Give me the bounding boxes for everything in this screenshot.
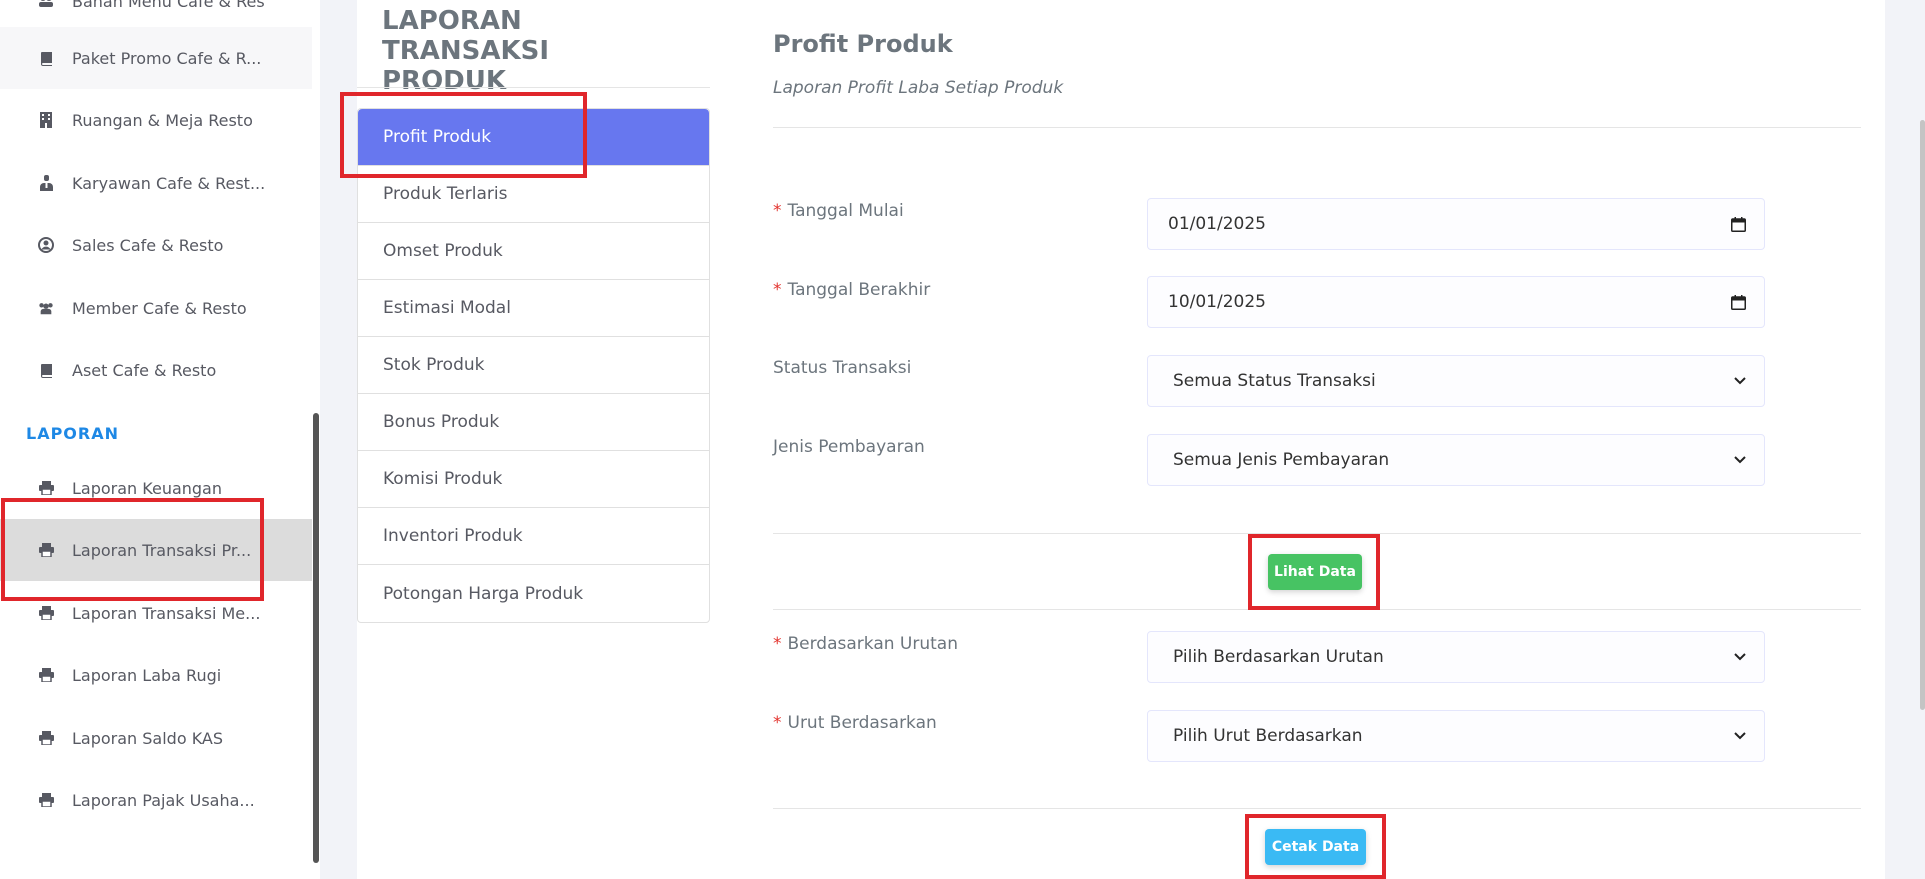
report-menu: Profit Produk Produk Terlaris Omset Prod…: [357, 108, 710, 623]
sidebar-item-karyawan[interactable]: Karyawan Cafe & Rest...: [0, 152, 312, 214]
sort-by-select[interactable]: Pilih Urut Berdasarkan: [1147, 710, 1765, 762]
print-icon: [38, 667, 54, 683]
sidebar-item-label: Laporan Saldo KAS: [72, 728, 224, 748]
sidebar-scrollbar[interactable]: [313, 413, 319, 863]
end-date-value: 10/01/2025: [1168, 292, 1266, 312]
chevron-down-icon: [1734, 456, 1746, 464]
status-select[interactable]: Semua Status Transaksi: [1147, 355, 1765, 407]
end-date-input[interactable]: 10/01/2025: [1147, 276, 1765, 328]
sidebar-item-label: Sales Cafe & Resto: [72, 235, 224, 255]
sidebar-item-label: Laporan Laba Rugi: [72, 665, 222, 685]
order-by-value: Pilih Berdasarkan Urutan: [1173, 647, 1384, 667]
print-icon: [38, 792, 54, 808]
view-data-button[interactable]: Lihat Data: [1268, 554, 1362, 590]
form-subtitle: Laporan Profit Laba Setiap Produk: [773, 78, 1064, 98]
user-tie-icon: [38, 175, 54, 191]
sidebar-item-label: Ruangan & Meja Resto: [72, 110, 253, 130]
sidebar-item-label: Member Cafe & Resto: [72, 298, 247, 318]
sidebar-item-label: Aset Cafe & Resto: [72, 360, 217, 380]
chevron-down-icon: [1734, 377, 1746, 385]
chevron-down-icon: [1734, 732, 1746, 740]
print-data-button[interactable]: Cetak Data: [1265, 829, 1366, 865]
sidebar-item-laporan-laba-rugi[interactable]: Laporan Laba Rugi: [0, 644, 312, 706]
menu-item-inventori-produk[interactable]: Inventori Produk: [358, 508, 709, 565]
sidebar-item-member[interactable]: Member Cafe & Resto: [0, 277, 312, 339]
sidebar-item-label: Laporan Transaksi Pr...: [72, 540, 252, 560]
sidebar-item-sales[interactable]: Sales Cafe & Resto: [0, 214, 312, 276]
menu-item-profit-produk[interactable]: Profit Produk: [358, 109, 709, 166]
chevron-down-icon: [1734, 653, 1746, 661]
user-circle-icon: [38, 237, 54, 253]
menu-item-omset-produk[interactable]: Omset Produk: [358, 223, 709, 280]
start-date-value: 01/01/2025: [1168, 214, 1266, 234]
print-icon: [38, 542, 54, 558]
sidebar-item-laporan-keuangan[interactable]: Laporan Keuangan: [0, 457, 312, 519]
order-by-label: * Berdasarkan Urutan: [773, 634, 958, 654]
menu-item-stok-produk[interactable]: Stok Produk: [358, 337, 709, 394]
sidebar-item-label: Karyawan Cafe & Rest...: [72, 173, 266, 193]
calendar-icon[interactable]: [1731, 216, 1746, 232]
sidebar-item-aset[interactable]: Aset Cafe & Resto: [0, 339, 312, 401]
users-icon: [38, 300, 54, 316]
building-icon: [38, 112, 54, 128]
print-icon: [38, 480, 54, 496]
form-title: Profit Produk: [773, 30, 953, 58]
required-mark: *: [773, 634, 782, 654]
status-label: Status Transaksi: [773, 358, 912, 378]
sidebar: Bahan Menu Cafe & Res Paket Promo Cafe &…: [0, 0, 320, 879]
end-date-label: * Tanggal Berakhir: [773, 280, 931, 300]
sidebar-item-label: Paket Promo Cafe & R...: [72, 48, 262, 68]
menu-item-komisi-produk[interactable]: Komisi Produk: [358, 451, 709, 508]
print-icon: [38, 605, 54, 621]
sort-by-label: * Urut Berdasarkan: [773, 713, 937, 733]
sidebar-item-laporan-transaksi-produk[interactable]: Laporan Transaksi Pr...: [0, 519, 312, 581]
sidebar-item-label: Laporan Keuangan: [72, 478, 222, 498]
sidebar-item-label: Laporan Pajak Usaha...: [72, 790, 255, 810]
sidebar-item-label: Bahan Menu Cafe & Res: [72, 0, 265, 11]
sidebar-item-label: Laporan Transaksi Me...: [72, 603, 261, 623]
menu-divider: [357, 87, 710, 88]
sidebar-item-laporan-saldo-kas[interactable]: Laporan Saldo KAS: [0, 707, 312, 769]
sort-by-value: Pilih Urut Berdasarkan: [1173, 726, 1363, 746]
sidebar-item-laporan-transaksi-menu[interactable]: Laporan Transaksi Me...: [0, 582, 312, 644]
calendar-icon[interactable]: [1731, 294, 1746, 310]
sidebar-section-laporan: LAPORAN: [26, 424, 119, 443]
menu-title: LAPORAN TRANSAKSI PRODUK: [382, 6, 550, 96]
form-header-divider: [773, 127, 1861, 128]
people-icon: [38, 0, 54, 9]
sidebar-item-paket-promo[interactable]: Paket Promo Cafe & R...: [0, 27, 312, 89]
sidebar-item-ruangan-meja[interactable]: Ruangan & Meja Resto: [0, 89, 312, 151]
menu-item-produk-terlaris[interactable]: Produk Terlaris: [358, 166, 709, 223]
required-mark: *: [773, 201, 782, 221]
book-icon: [38, 50, 54, 66]
sidebar-item-laporan-pajak-usaha[interactable]: Laporan Pajak Usaha...: [0, 769, 312, 831]
section-divider: [773, 808, 1861, 809]
book-icon: [38, 362, 54, 378]
payment-value: Semua Jenis Pembayaran: [1173, 450, 1390, 470]
menu-item-potongan-harga-produk[interactable]: Potongan Harga Produk: [358, 565, 709, 622]
menu-item-estimasi-modal[interactable]: Estimasi Modal: [358, 280, 709, 337]
payment-select[interactable]: Semua Jenis Pembayaran: [1147, 434, 1765, 486]
start-date-label: * Tanggal Mulai: [773, 201, 904, 221]
order-by-select[interactable]: Pilih Berdasarkan Urutan: [1147, 631, 1765, 683]
start-date-input[interactable]: 01/01/2025: [1147, 198, 1765, 250]
menu-item-bonus-produk[interactable]: Bonus Produk: [358, 394, 709, 451]
print-icon: [38, 730, 54, 746]
required-mark: *: [773, 713, 782, 733]
status-value: Semua Status Transaksi: [1173, 371, 1376, 391]
required-mark: *: [773, 280, 782, 300]
page-scrollbar[interactable]: [1920, 120, 1925, 710]
section-divider: [773, 609, 1861, 610]
section-divider: [773, 533, 1861, 534]
payment-label: Jenis Pembayaran: [773, 437, 925, 457]
